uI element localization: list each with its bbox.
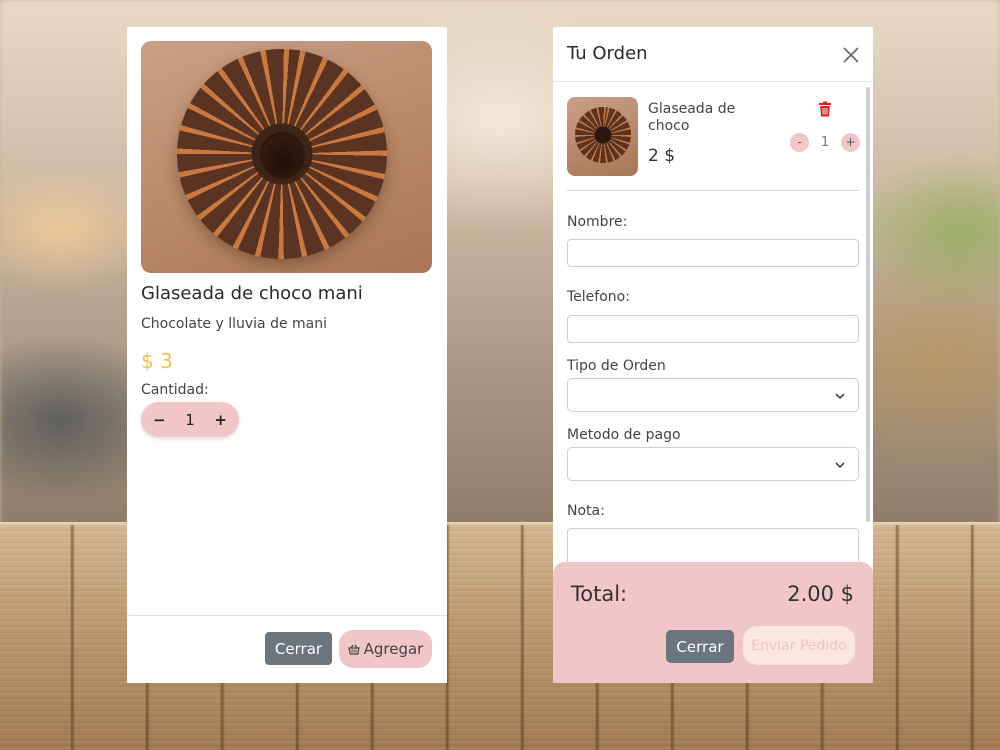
total-label: Total: (571, 582, 628, 606)
cart-item-donut (575, 107, 631, 163)
chevron-down-icon (835, 462, 845, 469)
cart-item-quantity-value: 1 (820, 134, 830, 150)
add-button-label: Agregar (363, 640, 424, 658)
close-icon[interactable] (841, 45, 861, 65)
trash-icon[interactable] (818, 101, 832, 117)
order-title: Tu Orden (567, 43, 648, 64)
scrollbar[interactable] (866, 87, 870, 522)
product-description: Chocolate y lluvia de mani (141, 316, 328, 332)
item-divider (567, 190, 859, 191)
product-name: Glaseada de choco mani (141, 283, 363, 304)
order-header: Tu Orden (553, 27, 873, 82)
cart-item-increase-button[interactable]: + (841, 132, 860, 152)
increase-quantity-button[interactable]: + (214, 411, 227, 429)
product-detail-card: Glaseada de choco mani Chocolate y lluvi… (127, 27, 447, 683)
send-order-button[interactable]: Enviar Pedido (743, 626, 855, 665)
order-panel: Tu Orden Glaseada de choco 2 $ - 1 + Nom… (553, 27, 873, 683)
chevron-down-icon (835, 393, 845, 400)
telefono-label: Telefono: (567, 289, 630, 305)
cart-item-name: Glaseada de choco (648, 101, 736, 134)
nombre-input[interactable] (567, 239, 859, 267)
total-value: 2.00 $ (787, 582, 854, 606)
metodo-pago-label: Metodo de pago (567, 427, 681, 443)
donut-hole (261, 135, 305, 179)
add-to-order-button[interactable]: Agregar (339, 630, 432, 668)
nombre-label: Nombre: (567, 214, 628, 230)
tipo-orden-label: Tipo de Orden (567, 358, 666, 374)
footer-divider (127, 615, 447, 616)
close-button[interactable]: Cerrar (265, 632, 332, 665)
decrease-quantity-button[interactable]: − (153, 411, 166, 429)
product-price: $ 3 (141, 349, 173, 373)
cart-item-decrease-button[interactable]: - (790, 132, 809, 152)
telefono-input[interactable] (567, 315, 859, 343)
product-image (141, 41, 432, 273)
tipo-orden-select[interactable] (567, 378, 859, 412)
order-footer: Total: 2.00 $ Cerrar Enviar Pedido (553, 562, 873, 683)
quantity-value: 1 (185, 410, 195, 429)
basket-icon (347, 644, 360, 655)
quantity-label: Cantidad: (141, 382, 209, 398)
metodo-pago-select[interactable] (567, 447, 859, 481)
cart-item-quantity: - 1 + (790, 131, 860, 153)
quantity-stepper: − 1 + (141, 402, 239, 437)
cart-item-image (567, 97, 638, 176)
close-order-button[interactable]: Cerrar (666, 630, 734, 663)
cart-item-price: 2 $ (648, 146, 676, 166)
nota-label: Nota: (567, 503, 605, 519)
